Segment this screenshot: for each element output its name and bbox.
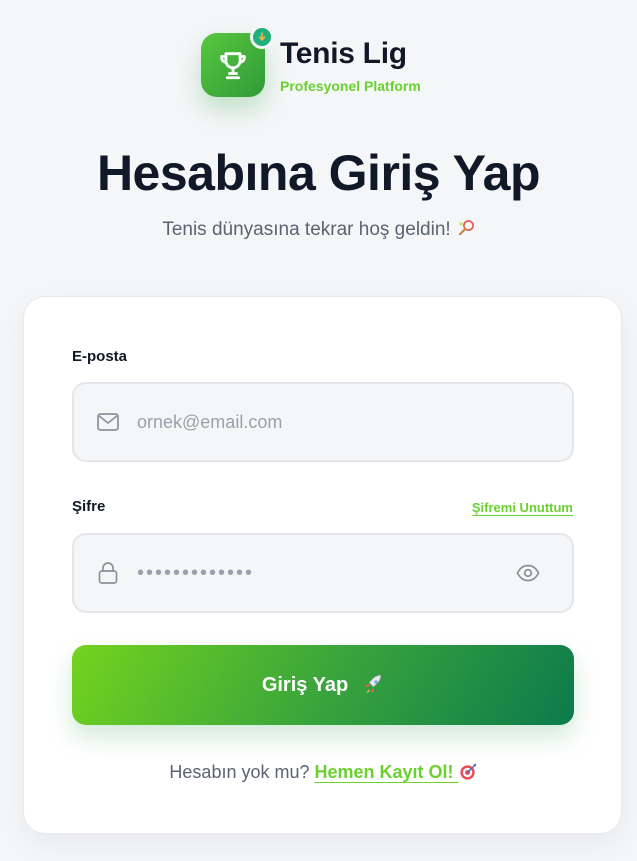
email-field[interactable] — [72, 382, 574, 462]
signup-prompt-text: Hesabın yok mu? — [169, 762, 310, 782]
eye-icon[interactable] — [514, 559, 542, 587]
brand-text: Tenis Lig Profesyonel Platform — [280, 36, 421, 94]
page-title: Hesabına Giriş Yap — [96, 145, 541, 201]
arrow-down-icon — [258, 32, 266, 42]
rocket-icon — [362, 674, 384, 696]
logo-badge — [250, 25, 274, 49]
signup-link-label: Hemen Kayıt Ol! — [314, 762, 454, 782]
tennis-racket-icon — [457, 219, 475, 243]
target-icon — [459, 762, 478, 782]
login-button[interactable]: Giriş Yap — [72, 645, 574, 725]
forgot-password-link[interactable]: Şifremi Unuttum — [472, 500, 573, 515]
page-subtitle: Tenis dünyasına tekrar hoş geldin! — [0, 219, 637, 243]
brand: Tenis Lig Profesyonel Platform — [201, 25, 421, 97]
login-card: E-posta Şifre Şifremi Unuttum Giriş Yap … — [23, 296, 622, 834]
email-input[interactable] — [137, 411, 572, 433]
login-button-label: Giriş Yap — [261, 673, 349, 696]
lock-icon — [96, 561, 120, 585]
mail-icon — [96, 410, 120, 434]
signup-prompt: Hesabın yok mu? Hemen Kayıt Ol! — [24, 762, 623, 783]
password-field[interactable] — [72, 533, 574, 613]
trophy-icon — [220, 52, 246, 80]
brand-name: Tenis Lig — [280, 37, 407, 70]
brand-tagline: Profesyonel Platform — [280, 78, 421, 94]
password-input[interactable] — [137, 561, 514, 585]
signup-link[interactable]: Hemen Kayıt Ol! — [315, 762, 478, 782]
password-label: Şifre — [72, 498, 106, 515]
subtitle-text: Tenis dünyasına tekrar hoş geldin! — [162, 219, 451, 240]
email-label: E-posta — [72, 348, 128, 365]
app-logo — [201, 25, 274, 97]
